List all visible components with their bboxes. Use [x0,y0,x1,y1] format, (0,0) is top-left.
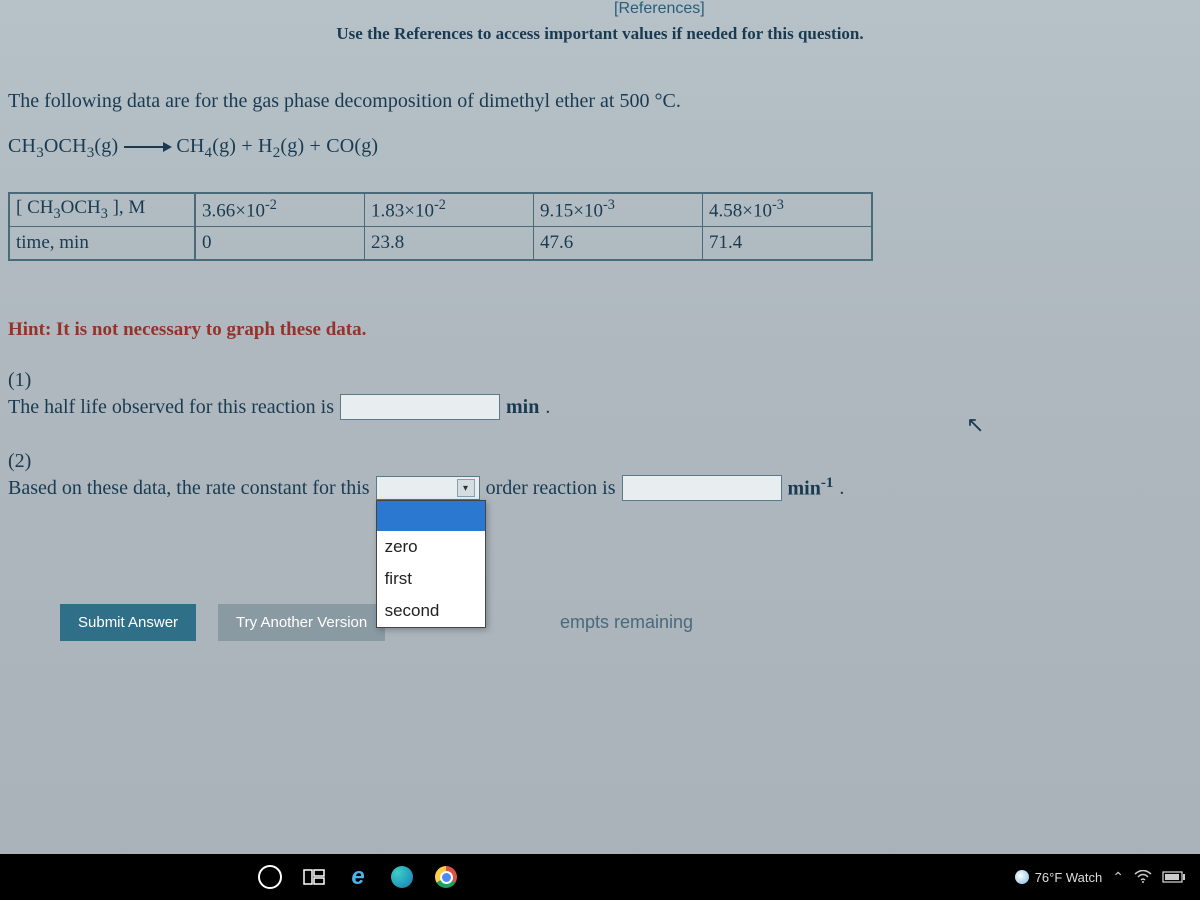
order-select[interactable]: ▾ [376,476,480,500]
submit-answer-button[interactable]: Submit Answer [60,604,196,641]
battery-icon[interactable] [1162,871,1186,883]
table-row: [ CH3OCH3 ], M 3.66×10-2 1.83×10-2 9.15×… [9,193,872,227]
cortana-icon[interactable] [248,854,292,900]
table-cell: 47.6 [534,227,703,261]
dropdown-option-zero[interactable]: zero [377,531,485,563]
weather-widget[interactable]: 76°F Watch [1015,870,1103,885]
attempts-remaining: empts remaining [560,612,693,633]
cursor-icon: ↖ [966,412,984,438]
dropdown-option-first[interactable]: first [377,563,485,595]
table-row: time, min 0 23.8 47.6 71.4 [9,227,872,261]
data-table: [ CH3OCH3 ], M 3.66×10-2 1.83×10-2 9.15×… [8,192,873,261]
row-label-time: time, min [9,227,195,261]
tray-chevron-up-icon[interactable] [1112,869,1124,886]
wifi-icon[interactable] [1134,870,1152,884]
table-cell: 71.4 [703,227,873,261]
part2-suffix: . [839,477,844,500]
task-view-icon[interactable] [292,854,336,900]
edge-icon[interactable] [380,854,424,900]
row-label-concentration: [ CH3OCH3 ], M [9,193,195,227]
reaction-equation: CH3OCH3(g)CH4(g) + H2(g) + CO(g) [8,135,1192,162]
table-cell: 0 [195,227,365,261]
half-life-input[interactable] [340,394,500,420]
hint-text: Hint: It is not necessary to graph these… [8,319,1192,341]
dropdown-option-blank[interactable] [377,501,485,531]
weather-icon [1015,870,1029,884]
references-instruction: Use the References to access important v… [0,24,1200,44]
dropdown-option-second[interactable]: second [377,595,485,627]
part2-unit: min [788,478,821,500]
part1-suffix: . [545,396,550,419]
try-another-version-button[interactable]: Try Another Version [218,604,385,641]
chrome-icon[interactable] [424,854,468,900]
part2-label: (2) [8,450,1192,473]
question-intro: The following data are for the gas phase… [8,90,1192,113]
table-cell: 4.58×10-3 [703,193,873,227]
rate-constant-input[interactable] [622,475,782,501]
chevron-down-icon: ▾ [457,479,475,497]
table-cell: 9.15×10-3 [534,193,703,227]
part2-text-mid: order reaction is [486,477,616,500]
order-dropdown[interactable]: zero first second [376,500,486,628]
part2-text-before: Based on these data, the rate constant f… [8,477,370,500]
table-cell: 3.66×10-2 [195,193,365,227]
part1-label: (1) [8,369,1192,392]
table-cell: 23.8 [365,227,534,261]
references-link[interactable]: [References] [614,0,705,18]
part1-text: The half life observed for this reaction… [8,396,334,419]
weather-text: 76°F Watch [1035,870,1103,885]
part2-unit-sup: -1 [821,475,834,491]
taskbar: e 76°F Watch [0,854,1200,900]
table-cell: 1.83×10-2 [365,193,534,227]
internet-explorer-icon[interactable]: e [336,854,380,900]
arrow-icon [124,141,170,153]
part1-unit: min [506,396,539,418]
